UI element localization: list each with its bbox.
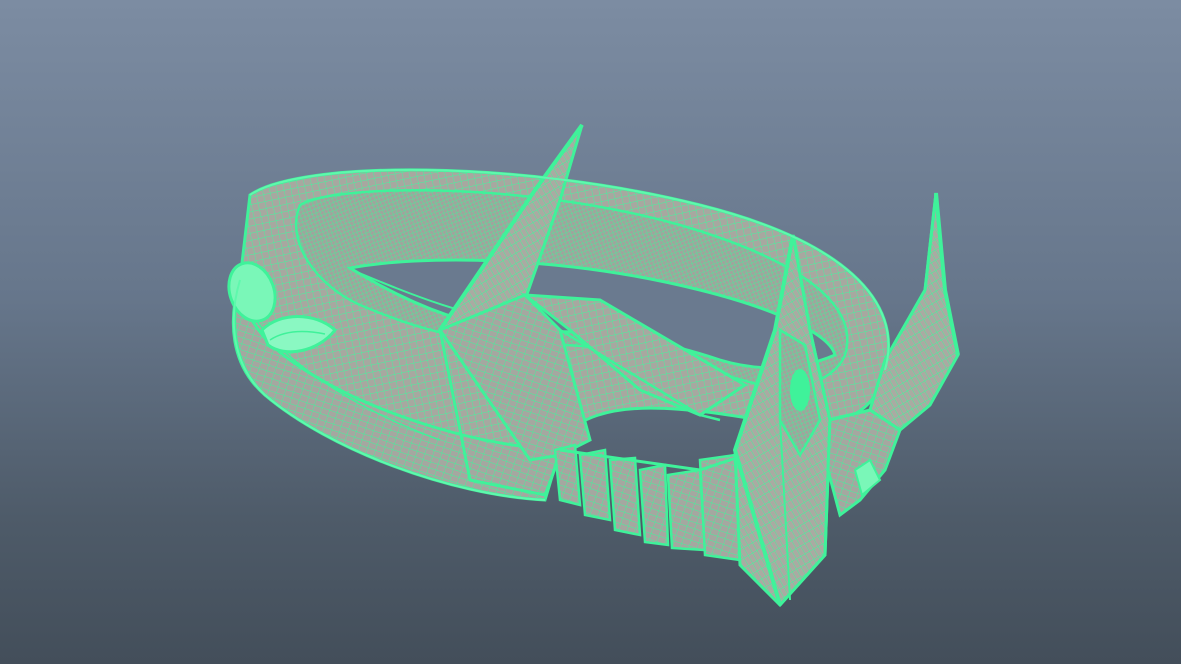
crown-teeth <box>553 443 746 562</box>
3d-viewport[interactable] <box>0 0 1181 664</box>
spike-eye-gem <box>790 369 810 411</box>
crown-ring-model[interactable] <box>0 0 1181 664</box>
